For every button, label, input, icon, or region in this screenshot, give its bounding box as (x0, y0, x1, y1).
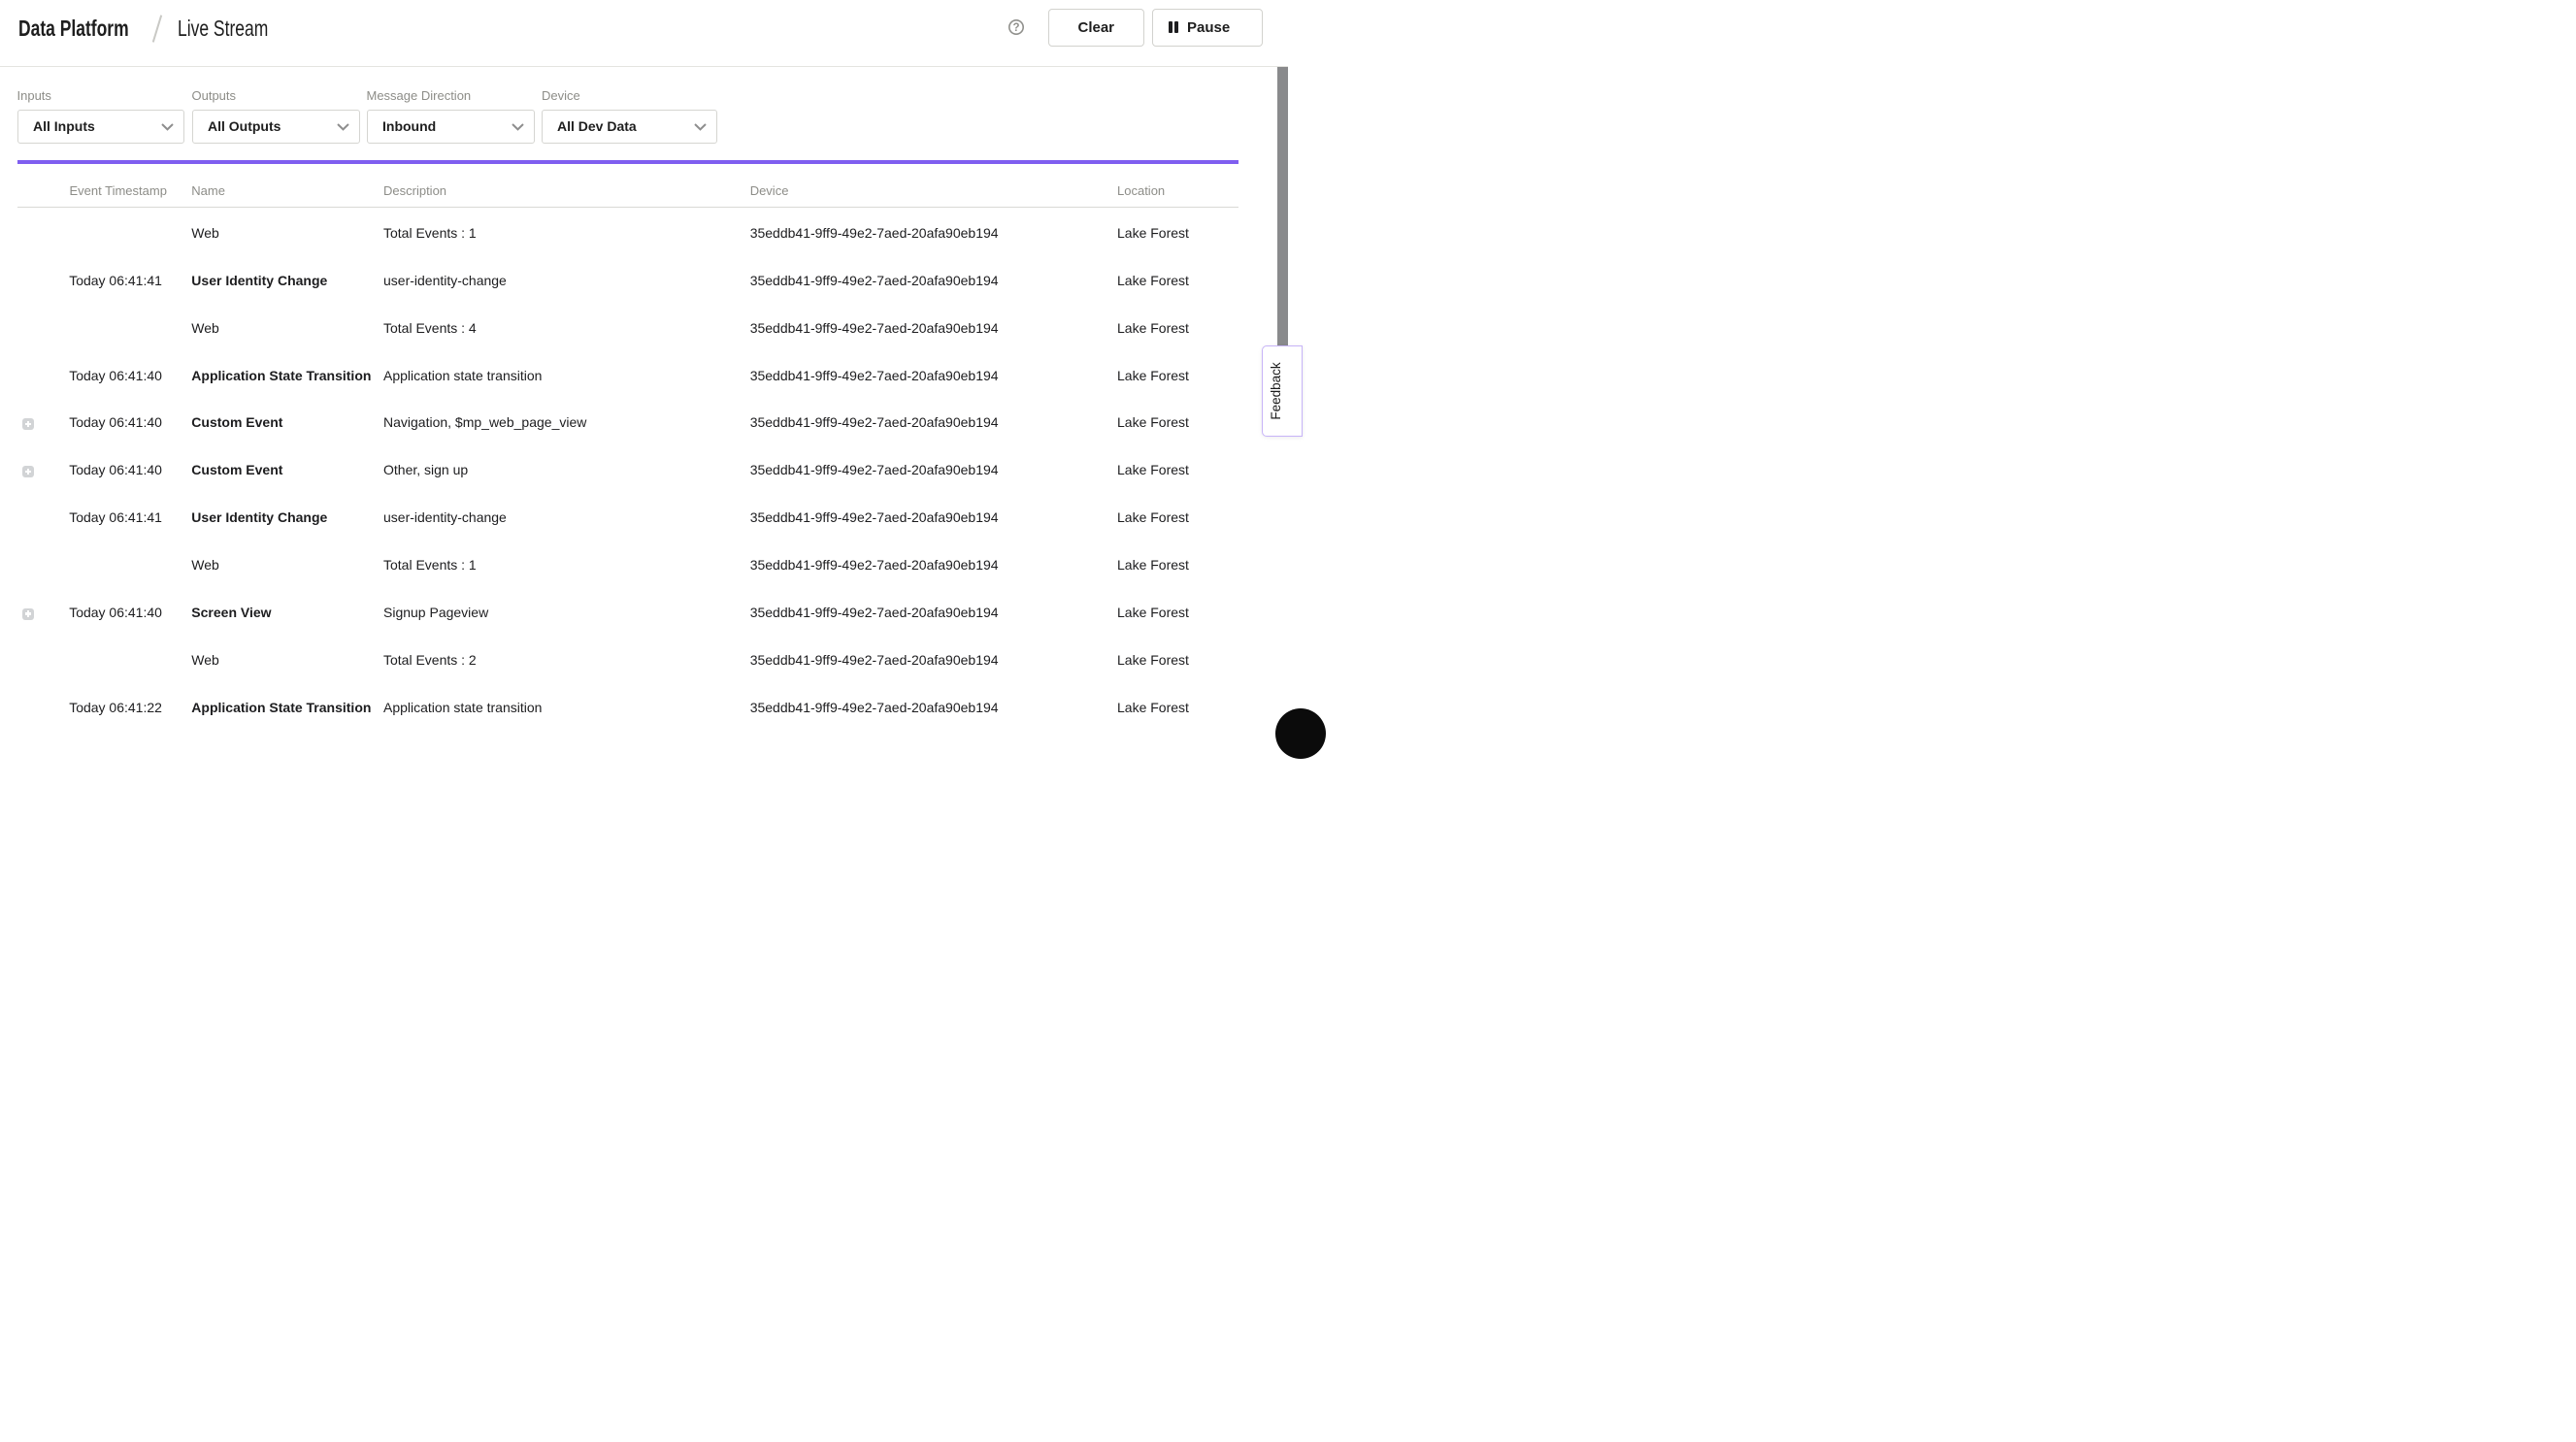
svg-text:?: ? (1012, 22, 1019, 34)
